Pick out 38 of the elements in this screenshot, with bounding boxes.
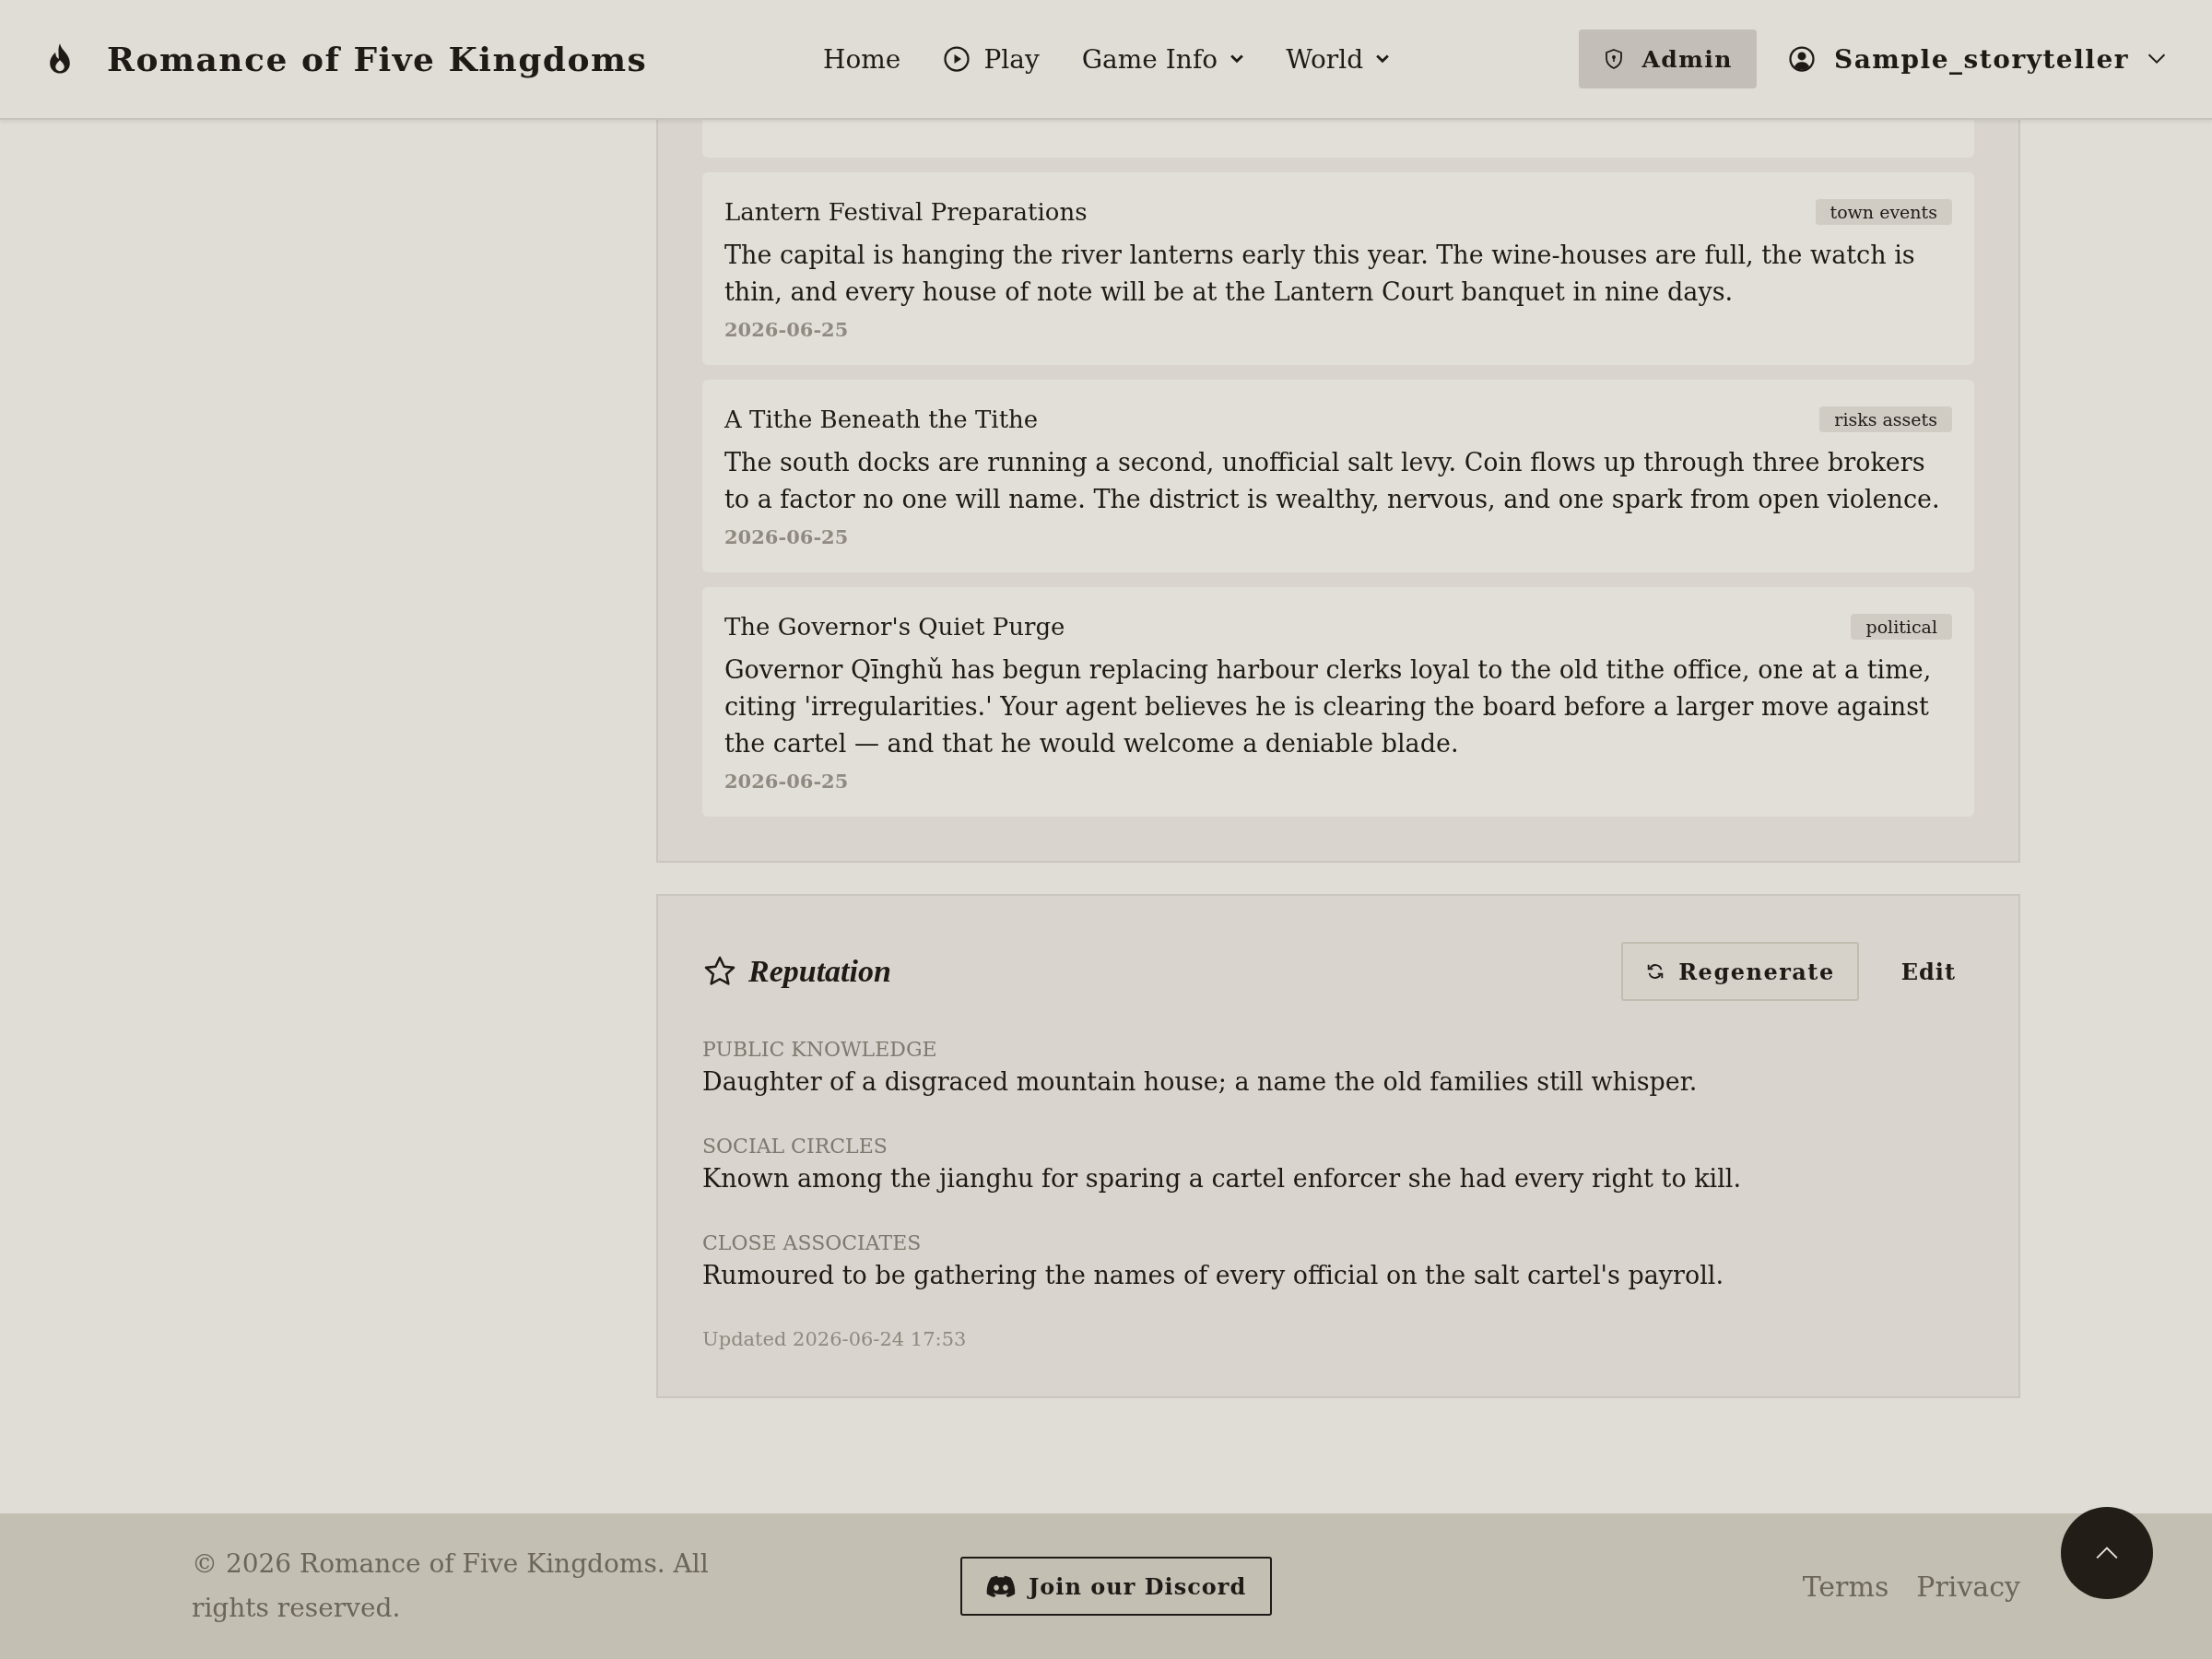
chevron-down-icon bbox=[1230, 54, 1244, 64]
copyright-text: © 2026 Romance of Five Kingdoms. All rights reserved. bbox=[192, 1547, 710, 1625]
site-title[interactable]: Romance of Five Kingdoms bbox=[107, 40, 648, 78]
user-menu[interactable]: Sample_storyteller bbox=[1788, 43, 2166, 75]
section-label: SOCIAL CIRCLES bbox=[702, 1135, 888, 1158]
edit-button[interactable]: Edit bbox=[1882, 948, 1974, 994]
section-text: Known among the jianghu for sparing a cartel enforcer she had every right to kill. bbox=[702, 1163, 1743, 1194]
section-label: PUBLIC KNOWLEDGE bbox=[702, 1038, 938, 1061]
event-title: Lantern Festival Preparations bbox=[724, 198, 1088, 226]
section-text: Rumoured to be gathering the names of every official on the salt cartel's payroll. bbox=[702, 1260, 1725, 1291]
user-avatar-icon bbox=[1788, 45, 1816, 73]
nav-link[interactable]: Home bbox=[823, 43, 901, 75]
event-date: 2026-06-25 bbox=[724, 318, 850, 341]
event-description: The south docks are running a second, unofficial salt levy. Coin flows up through three brokers to a factor no one will name. The district is wealthy, nervous, and one spark from open violence. bbox=[724, 447, 1941, 515]
event-tag: risks assets bbox=[1819, 406, 1952, 432]
event-tag: town events bbox=[1815, 199, 1952, 225]
nav-link[interactable]: Game Info bbox=[1081, 43, 1244, 75]
event-tag: political bbox=[1851, 614, 1952, 640]
chevron-down-icon bbox=[1376, 54, 1390, 64]
section-label: CLOSE ASSOCIATES bbox=[702, 1231, 923, 1254]
updated-timestamp: Updated 2026-06-24 17:53 bbox=[702, 1328, 968, 1350]
play-icon bbox=[943, 45, 971, 73]
event-title: A Tithe Beneath the Tithe bbox=[724, 406, 1039, 433]
chevron-up-icon bbox=[2095, 1546, 2119, 1560]
section-title: Reputation bbox=[748, 954, 891, 989]
event-description: Governor Qīnghǔ has begun replacing harbour clerks loyal to the old tithe office, one at a time, citing 'irregularities.' Your agent believes he is clearing the board before a larger move against the cartel — and that he would welcome a deniable blade. bbox=[724, 654, 1933, 759]
event-title: The Governor's Quiet Purge bbox=[724, 613, 1065, 641]
regenerate-button[interactable]: Regenerate bbox=[1621, 942, 1859, 1001]
chevron-down-icon bbox=[2147, 53, 2166, 65]
event-description: The capital is hanging the river lanterns early this year. The wine-houses are full, the watch is thin, and every house of note will be at the Lantern Court banquet in nine days. bbox=[724, 240, 1916, 308]
discord-button[interactable]: Join our Discord bbox=[960, 1557, 1273, 1616]
event-date: 2026-06-25 bbox=[724, 770, 850, 793]
discord-icon bbox=[986, 1575, 1016, 1597]
event-date: 2026-06-25 bbox=[724, 525, 850, 548]
section-text: Daughter of a disgraced mountain house; a name the old families still whisper. bbox=[702, 1066, 1699, 1098]
nav-link[interactable]: World bbox=[1286, 43, 1390, 75]
nav-link[interactable]: Play bbox=[943, 43, 1040, 75]
admin-button[interactable]: Admin bbox=[1579, 29, 1757, 88]
